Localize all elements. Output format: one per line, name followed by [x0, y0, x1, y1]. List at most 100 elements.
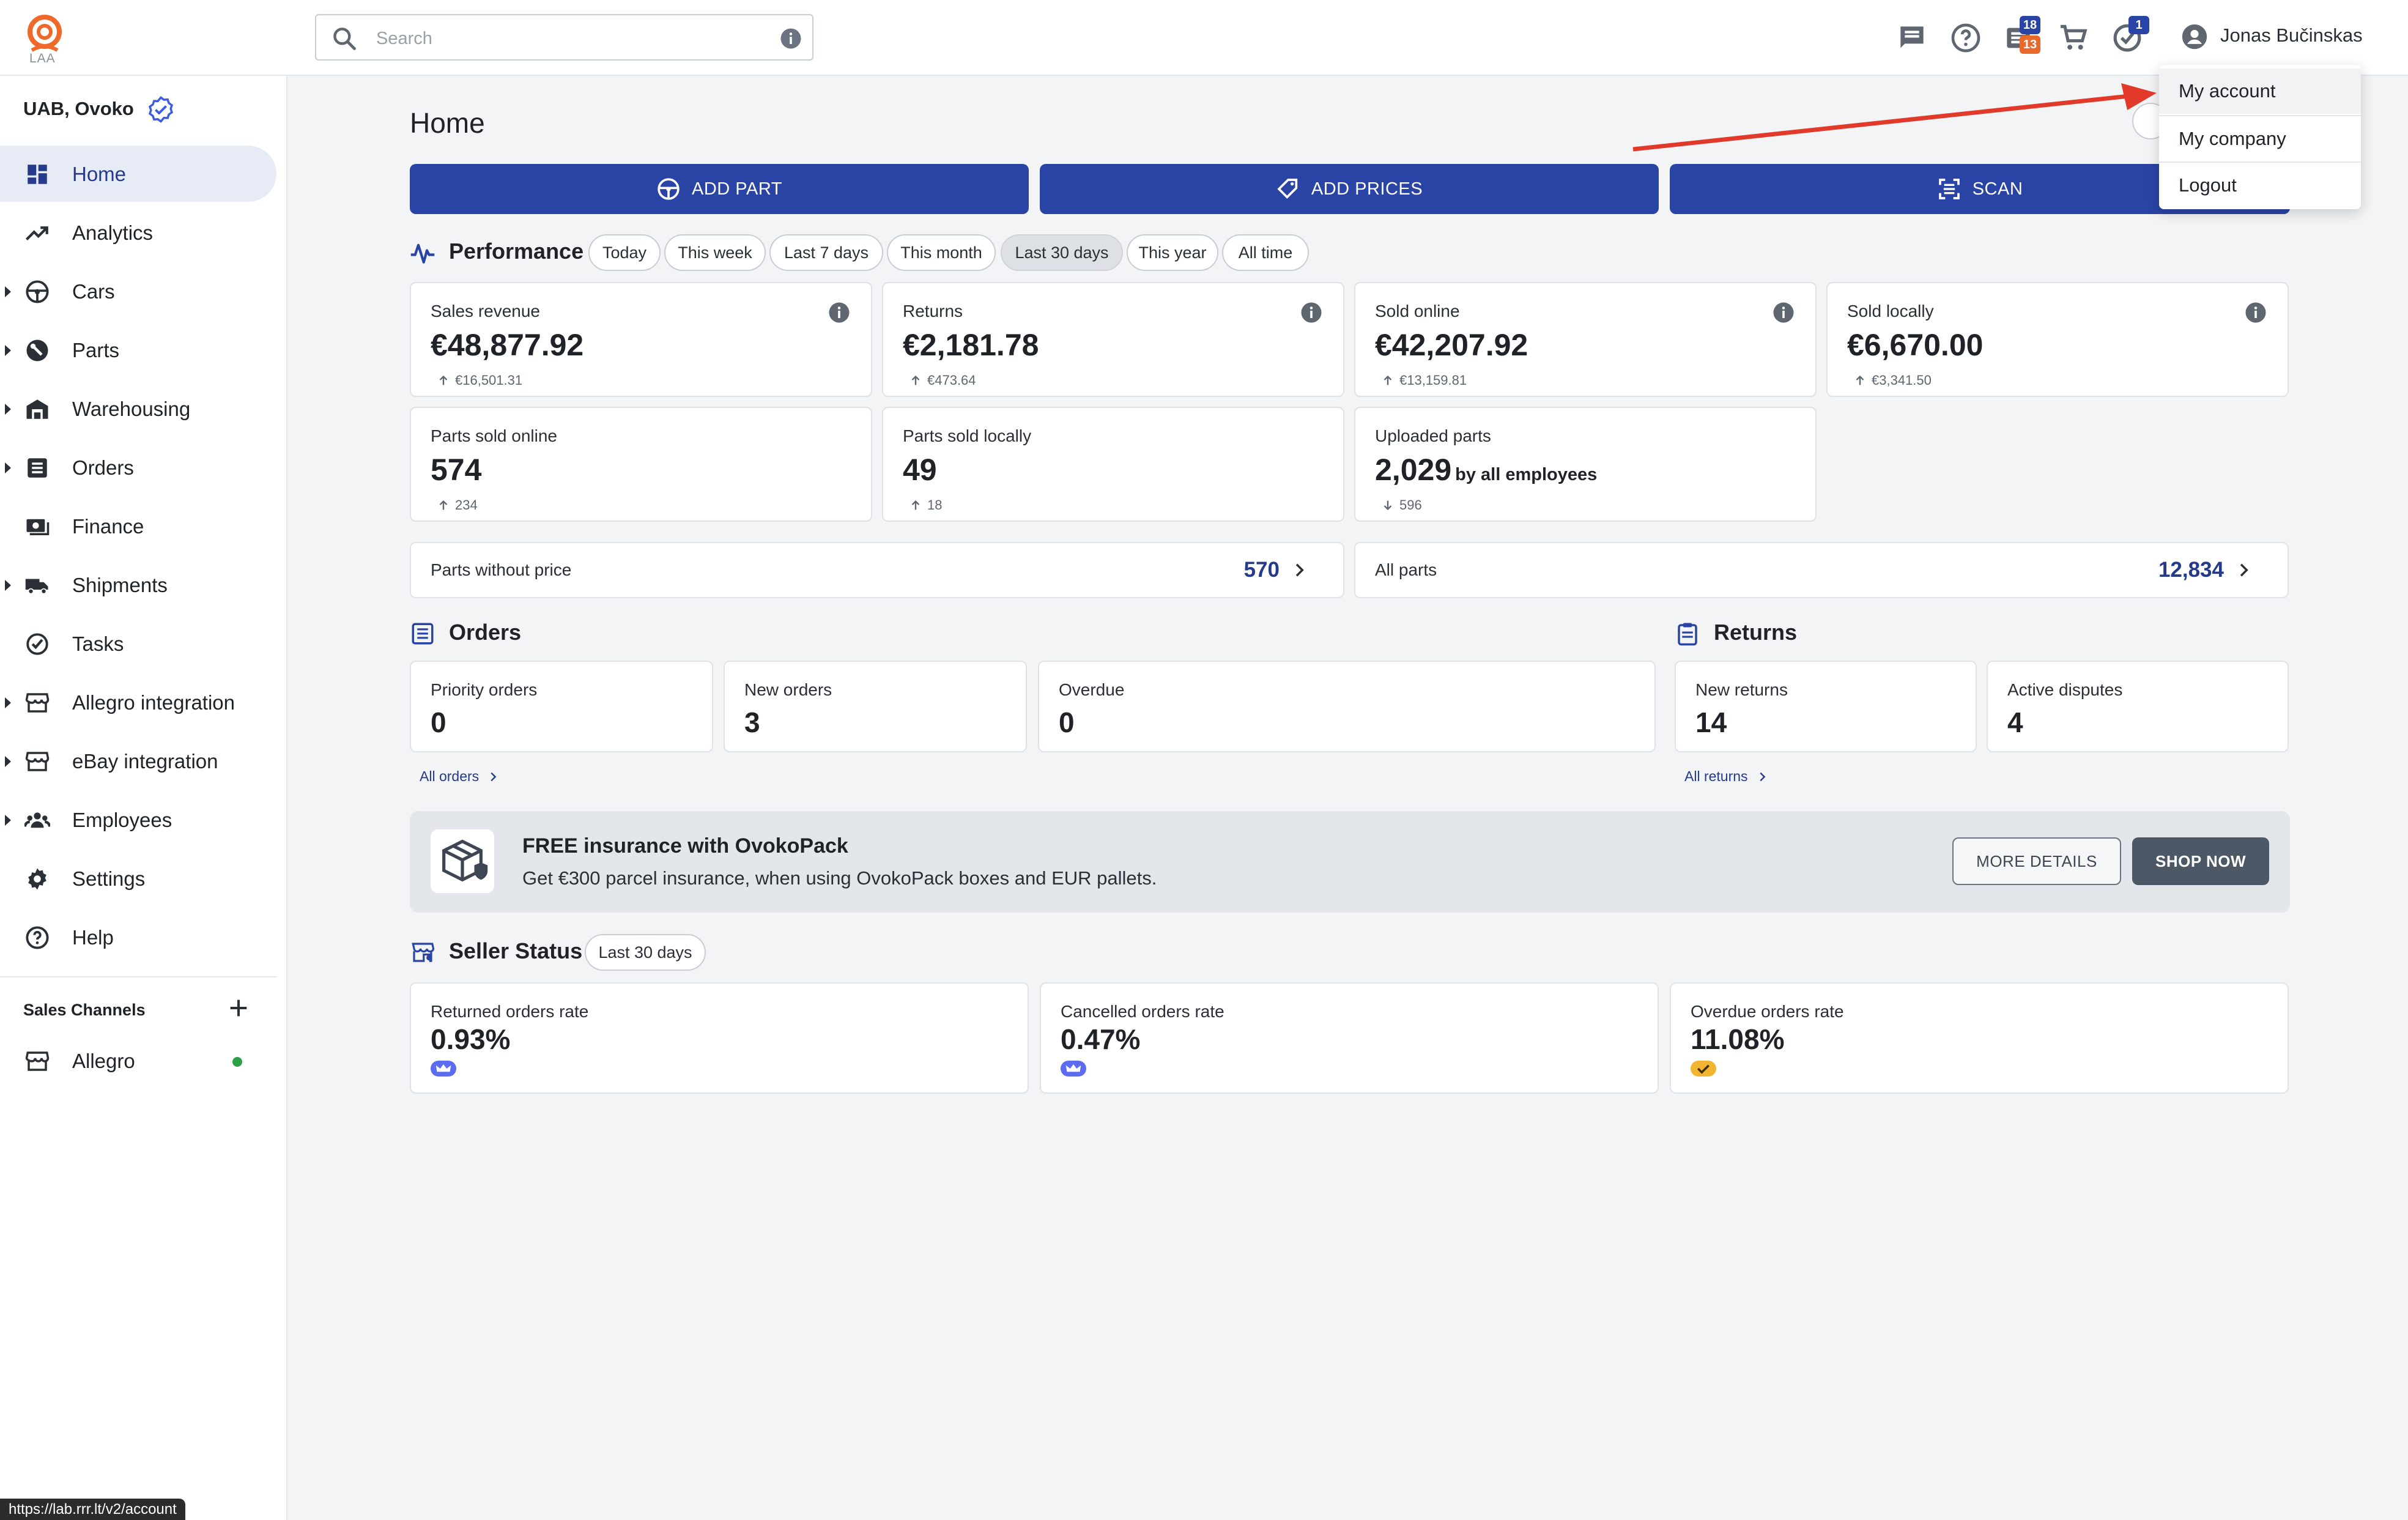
user-avatar-icon[interactable] — [2181, 23, 2208, 50]
range-chip-this-year[interactable]: This year — [1127, 234, 1218, 271]
expand-arrow-icon[interactable] — [5, 462, 11, 473]
metric-delta-value: €3,341.50 — [1872, 373, 1932, 388]
sidebar-item-cars[interactable]: Cars — [0, 263, 276, 319]
all-returns-link[interactable]: All returns — [1684, 768, 1769, 785]
metric-delta-value: €473.64 — [927, 373, 976, 388]
sidebar-item-tasks[interactable]: Tasks — [0, 615, 276, 672]
chat-icon[interactable] — [1895, 21, 1929, 55]
search-box[interactable] — [315, 14, 813, 61]
chevron-right-icon — [1759, 772, 1765, 781]
all-returns-label: All returns — [1684, 768, 1748, 784]
metric-delta: 18 — [909, 497, 942, 513]
seller-status-range-chip[interactable]: Last 30 days — [585, 934, 706, 971]
sidebar-item-help[interactable]: Help — [0, 909, 276, 965]
returns-title: Returns — [1714, 620, 1798, 645]
returns-card-disputes[interactable]: Active disputes 4 — [1987, 661, 2289, 752]
metric-delta-value: €16,501.31 — [455, 373, 523, 388]
menu-item-my-account[interactable]: My account — [2159, 69, 2361, 114]
info-icon[interactable] — [2245, 302, 2267, 324]
add-part-label: ADD PART — [692, 179, 782, 199]
help-icon[interactable] — [1949, 21, 1983, 55]
metric-card-returns: Returns €2,181.78 €473.64 — [882, 282, 1344, 397]
metric-label: Parts sold online — [431, 426, 558, 445]
notifications-list-icon[interactable]: 18 13 — [2001, 16, 2040, 55]
sidebar-item-label: Orders — [72, 456, 134, 479]
store-icon — [25, 752, 50, 771]
all-orders-link[interactable]: All orders — [420, 768, 500, 785]
expand-arrow-icon[interactable] — [5, 286, 11, 297]
info-icon[interactable] — [1300, 302, 1322, 324]
sidebar-item-allegro-integration[interactable]: Allegro integration — [0, 674, 276, 730]
range-chip-last-30-days[interactable]: Last 30 days — [1001, 234, 1123, 271]
arrow-up-icon — [911, 375, 920, 385]
chevron-right-icon — [1295, 563, 1304, 577]
sidebar-item-warehousing[interactable]: Warehousing — [0, 380, 276, 437]
info-icon[interactable] — [780, 28, 802, 50]
menu-item-logout[interactable]: Logout — [2159, 163, 2361, 208]
metric-delta: €3,341.50 — [1853, 373, 1932, 388]
parts-without-price-link[interactable]: Parts without price 570 — [410, 542, 1344, 598]
search-input[interactable] — [376, 26, 743, 51]
returns-card-new[interactable]: New returns 14 — [1675, 661, 1977, 752]
link-card-label: Parts without price — [431, 560, 572, 579]
sidebar-item-settings[interactable]: Settings — [0, 850, 276, 906]
metric-value: 0 — [1059, 706, 1075, 738]
add-channel-plus-icon[interactable] — [226, 996, 251, 1020]
info-icon[interactable] — [1773, 302, 1795, 324]
more-details-button[interactable]: MORE DETAILS — [1952, 837, 2121, 885]
info-icon[interactable] — [828, 302, 850, 324]
sidebar-item-orders[interactable]: Orders — [0, 439, 276, 495]
expand-arrow-icon[interactable] — [5, 580, 11, 591]
range-chip-this-month[interactable]: This month — [887, 234, 996, 271]
orders-card-overdue[interactable]: Overdue 0 — [1038, 661, 1656, 752]
add-part-button[interactable]: ADD PART — [410, 164, 1029, 214]
seller-card-cancelled-rate: Cancelled orders rate 0.47% — [1040, 982, 1659, 1094]
expand-arrow-icon[interactable] — [5, 404, 11, 415]
sidebar-item-analytics[interactable]: Analytics — [0, 204, 276, 261]
cart-icon[interactable] — [2056, 21, 2091, 55]
metric-card-sold-locally: Sold locally €6,670.00 €3,341.50 — [1826, 282, 2289, 397]
seller-card-overdue-rate: Overdue orders rate 11.08% — [1670, 982, 2289, 1094]
expand-arrow-icon[interactable] — [5, 815, 11, 826]
expand-arrow-icon[interactable] — [5, 697, 11, 708]
part-icon — [26, 339, 48, 361]
sidebar-item-ebay-integration[interactable]: eBay integration — [0, 733, 276, 789]
seller-status-title: Seller Status — [449, 938, 583, 963]
channel-label: Allegro — [72, 1050, 135, 1072]
expand-arrow-icon[interactable] — [5, 756, 11, 767]
banner-title: FREE insurance with OvokoPack — [522, 834, 848, 858]
shop-now-button[interactable]: SHOP NOW — [2132, 837, 2269, 885]
metric-card-sales-revenue: Sales revenue €48,877.92 €16,501.31 — [410, 282, 872, 397]
sidebar-item-label: Shipments — [72, 574, 168, 596]
range-chip-all-time[interactable]: All time — [1222, 234, 1309, 271]
sidebar-item-label: Warehousing — [72, 398, 191, 420]
sidebar-item-parts[interactable]: Parts — [0, 322, 276, 378]
expand-arrow-icon[interactable] — [5, 345, 11, 356]
orders-card-priority[interactable]: Priority orders 0 — [410, 661, 713, 752]
metric-delta: €16,501.31 — [437, 373, 522, 388]
sidebar-item-shipments[interactable]: Shipments — [0, 557, 276, 613]
sidebar-item-finance[interactable]: Finance — [0, 498, 276, 554]
sidebar-item-home[interactable]: Home — [0, 146, 276, 202]
menu-item-my-company[interactable]: My company — [2159, 116, 2361, 161]
range-chip-this-week[interactable]: This week — [664, 234, 766, 271]
range-chip-today[interactable]: Today — [588, 234, 661, 271]
metric-label: Overdue orders rate — [1691, 1002, 1844, 1021]
sidebar-item-employees[interactable]: Employees — [0, 792, 276, 848]
add-prices-label: ADD PRICES — [1311, 179, 1423, 199]
add-prices-button[interactable]: ADD PRICES — [1040, 164, 1659, 214]
account-dropdown-menu: My account My company Logout — [2159, 65, 2361, 209]
tasks-check-icon[interactable]: 1 — [2110, 16, 2149, 55]
check-circle-icon — [26, 633, 48, 655]
range-chip-last-7-days[interactable]: Last 7 days — [769, 234, 883, 271]
user-name[interactable]: Jonas Bučinskas — [2220, 24, 2363, 46]
metric-delta-value: 234 — [455, 497, 478, 513]
status-url-tooltip: https://lab.rrr.lt/v2/account — [0, 1499, 185, 1520]
metric-value: €42,207.92 — [1375, 328, 1528, 362]
metric-delta: 234 — [437, 497, 478, 513]
orders-list-icon — [412, 623, 434, 645]
metric-delta-value: 596 — [1399, 497, 1422, 513]
metric-label: Cancelled orders rate — [1061, 1002, 1224, 1021]
orders-card-new[interactable]: New orders 3 — [724, 661, 1027, 752]
all-parts-link[interactable]: All parts 12,834 — [1354, 542, 2289, 598]
